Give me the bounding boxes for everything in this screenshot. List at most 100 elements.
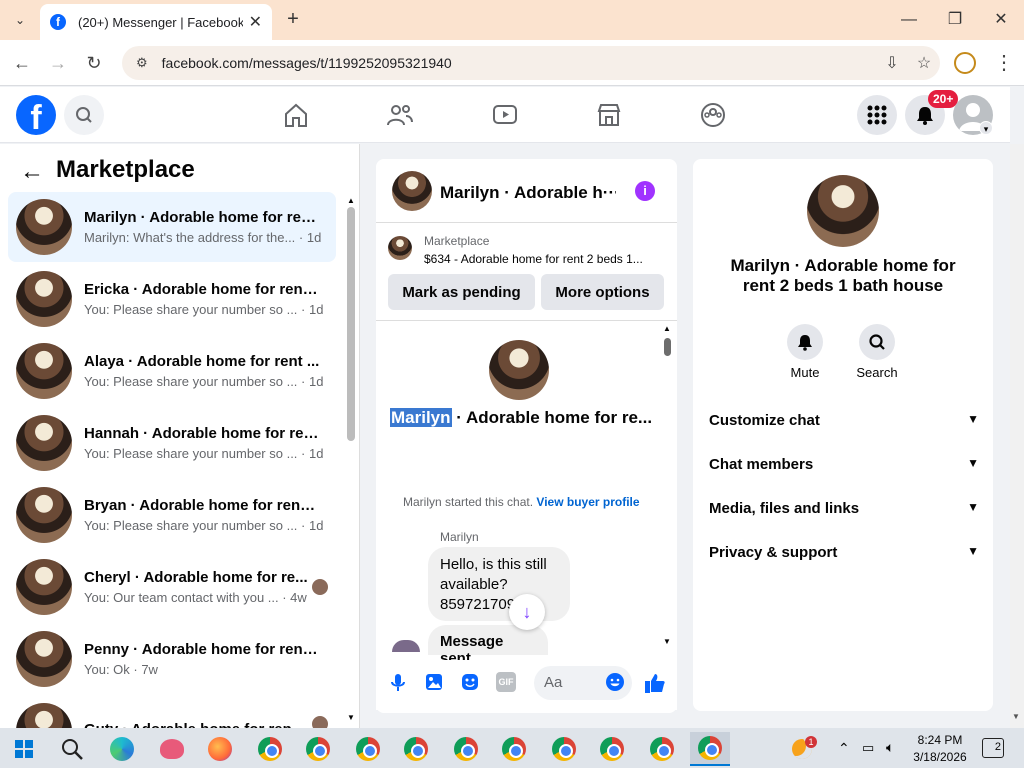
scroll-down-arrow-icon[interactable]: ▼ [1012, 712, 1020, 721]
conversation-snippet: You: Please share your number so ... · 1… [84, 302, 324, 317]
tab-search-button[interactable]: ⌄ [8, 8, 32, 32]
notification-center-icon[interactable]: 2 [982, 738, 1004, 758]
chat-settings-section[interactable]: Customize chat ▼ [709, 412, 979, 429]
listing-title[interactable]: $634 - Adorable home for rent 2 beds 1..… [424, 252, 664, 266]
section-label: Customize chat [709, 412, 820, 429]
restore-button[interactable]: ❐ [940, 8, 970, 32]
scrollbar-thumb[interactable] [664, 338, 671, 356]
chrome-icon[interactable] [396, 732, 436, 766]
conversation-name: Marilyn · Adorable home for ren... [84, 209, 320, 226]
conversation-item[interactable]: Cheryl · Adorable home for re... You: Our… [8, 552, 336, 622]
volume-icon[interactable]: 🔈︎ [886, 739, 894, 756]
search-label[interactable]: Search [847, 365, 907, 380]
conversation-item[interactable]: Ericka · Adorable home for rent ... You: … [8, 264, 336, 334]
menu-grid-icon[interactable] [857, 95, 897, 135]
site-info-icon[interactable]: ⚙ [136, 55, 148, 71]
divider [376, 222, 677, 223]
home-icon[interactable] [281, 100, 311, 130]
scroll-down-arrow-icon[interactable]: ▼ [663, 637, 671, 646]
page-scrollbar[interactable] [1010, 144, 1024, 728]
address-bar[interactable]: ⚙ facebook.com/messages/t/11992520953219… [122, 46, 940, 80]
conversation-item[interactable]: Alaya · Adorable home for rent ... You: P… [8, 336, 336, 406]
new-tab-button[interactable]: + [282, 8, 304, 30]
facebook-logo[interactable]: f [16, 95, 56, 135]
taskbar-search-icon[interactable] [52, 732, 92, 766]
sender-name: Marilyn [440, 530, 479, 544]
profile-icon[interactable] [954, 52, 976, 74]
scroll-to-bottom-arrow-icon[interactable]: ↓ [509, 594, 545, 630]
emoji-icon[interactable] [605, 672, 625, 692]
mute-bell-icon[interactable] [787, 324, 823, 360]
conversation-item[interactable]: Bryan · Adorable home for rent ... You: P… [8, 480, 336, 550]
browser-tab[interactable]: f (20+) Messenger | Facebook ✕ [40, 4, 272, 40]
back-arrow-icon[interactable]: ← [20, 158, 44, 186]
microphone-icon[interactable] [388, 672, 408, 692]
sticker-icon[interactable] [460, 672, 480, 692]
conversation-item[interactable]: Marilyn · Adorable home for ren... Marily… [8, 192, 336, 262]
chevron-down-icon[interactable]: ▼ [967, 544, 979, 561]
install-app-icon[interactable]: ⇩ [876, 53, 908, 73]
back-button[interactable]: ← [10, 52, 34, 74]
chrome-icon[interactable] [446, 732, 486, 766]
message-bubble[interactable]: Hello, is this still available? 85972170… [428, 547, 570, 621]
gif-icon[interactable]: GIF [496, 672, 516, 692]
chrome-icon[interactable] [494, 732, 534, 766]
video-icon[interactable] [490, 100, 520, 130]
conversation-snippet: You: Ok · 7w [84, 662, 158, 677]
mute-label[interactable]: Mute [775, 365, 835, 380]
conversation-item[interactable]: Hannah · Adorable home for ren... You: Pl… [8, 408, 336, 478]
close-tab-icon[interactable]: ✕ [249, 12, 262, 32]
clock-date[interactable]: 3/18/2026 [910, 750, 970, 764]
groups-icon[interactable] [698, 100, 728, 130]
chat-settings-section[interactable]: Privacy & support ▼ [709, 544, 979, 561]
firefox-icon[interactable] [200, 732, 240, 766]
photo-icon[interactable] [424, 672, 444, 692]
scrollbar-thumb[interactable] [347, 207, 355, 441]
browser-menu-icon[interactable]: ⋮ [994, 50, 1014, 75]
view-buyer-profile-link[interactable]: View buyer profile [536, 495, 639, 509]
chevron-down-icon[interactable]: ▼ [967, 412, 979, 429]
weather-moon-icon[interactable] [782, 732, 822, 766]
reload-button[interactable]: ↻ [82, 52, 106, 74]
mark-as-pending-button[interactable]: Mark as pending [388, 274, 535, 310]
scroll-up-arrow-icon[interactable]: ▲ [663, 324, 671, 333]
pinned-app-icon[interactable] [152, 732, 192, 766]
section-label: Media, files and links [709, 500, 860, 517]
chrome-icon[interactable] [642, 732, 682, 766]
chat-settings-section[interactable]: Chat members ▼ [709, 456, 979, 473]
search-icon[interactable] [64, 95, 104, 135]
chat-scrollbar[interactable] [666, 324, 674, 646]
chat-title[interactable]: Marilyn · Adorable h··· [440, 183, 616, 203]
chat-settings-section[interactable]: Media, files and links ▼ [709, 500, 979, 517]
windows-start-icon[interactable] [4, 732, 44, 766]
bookmark-star-icon[interactable]: ☆ [908, 53, 940, 73]
chrome-icon[interactable] [544, 732, 584, 766]
chrome-icon-active[interactable] [690, 732, 730, 766]
chevron-up-icon[interactable]: ⌃ [838, 740, 850, 757]
search-chat-icon[interactable] [859, 324, 895, 360]
chat-avatar[interactable] [392, 171, 432, 211]
section-label: Privacy & support [709, 544, 838, 561]
chrome-icon[interactable] [592, 732, 632, 766]
more-options-button[interactable]: More options [541, 274, 664, 310]
chrome-icon[interactable] [348, 732, 388, 766]
close-window-button[interactable]: ✕ [986, 8, 1016, 32]
friends-icon[interactable] [385, 100, 415, 130]
thumbs-up-icon[interactable] [644, 672, 666, 694]
info-icon[interactable]: i [635, 181, 655, 201]
chevron-down-icon[interactable]: ▼ [967, 500, 979, 517]
scroll-down-arrow-icon[interactable]: ▼ [347, 713, 355, 722]
forward-button[interactable]: → [46, 52, 70, 74]
listing-thumbnail[interactable] [388, 236, 412, 260]
conversation-item[interactable]: Penny · Adorable home for rent ... You: O… [8, 624, 336, 694]
minimize-button[interactable]: — [894, 8, 924, 32]
chrome-icon[interactable] [250, 732, 290, 766]
chevron-down-icon[interactable]: ▼ [967, 456, 979, 473]
marketplace-icon[interactable] [594, 100, 624, 130]
scroll-up-arrow-icon[interactable]: ▲ [347, 196, 355, 205]
chevron-down-icon[interactable]: ▾ [979, 121, 993, 135]
edge-browser-icon[interactable] [102, 732, 142, 766]
chrome-icon[interactable] [298, 732, 338, 766]
network-icon[interactable]: ▭ [862, 740, 874, 756]
clock-time[interactable]: 8:24 PM [910, 733, 970, 747]
